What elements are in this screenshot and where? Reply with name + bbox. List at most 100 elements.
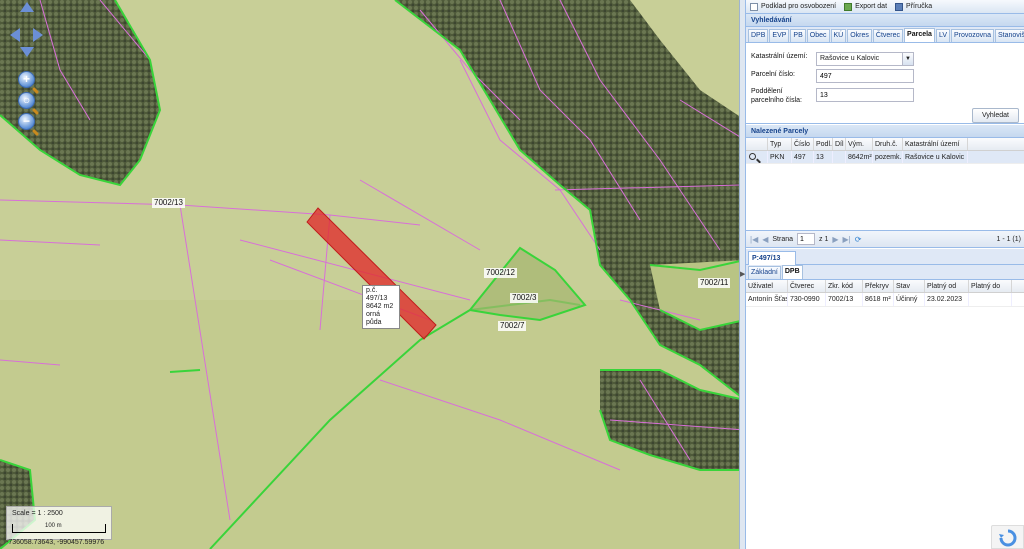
first-page-icon[interactable]: |◀ xyxy=(750,235,758,244)
top-toolbar: Podklad pro osvobození Export dat Příruč… xyxy=(746,0,1024,14)
col-podl[interactable]: Podl. xyxy=(814,138,833,150)
cell-dil xyxy=(833,151,846,163)
parcel-label: 7002/7 xyxy=(498,321,527,331)
cell-prekryv: 8618 m² xyxy=(863,293,894,306)
popup-parcel-number: p.č. 497/13 xyxy=(366,287,388,302)
search-button[interactable]: Vyhledat xyxy=(972,108,1019,123)
page-summary: 1 - 1 (1) xyxy=(996,235,1021,243)
next-page-icon[interactable]: ▶ xyxy=(832,235,838,244)
col-vym[interactable]: Vým. xyxy=(846,138,873,150)
side-panel: Podklad pro osvobození Export dat Příruč… xyxy=(745,0,1024,549)
exemption-document-button[interactable]: Podklad pro osvobození xyxy=(750,2,837,11)
parcel-label: 7002/11 xyxy=(698,278,731,288)
pan-down-arrow[interactable] xyxy=(20,47,34,57)
col-prekryv[interactable]: Překryv xyxy=(863,280,894,292)
cell-platny-do xyxy=(969,293,1012,306)
tab-dpb[interactable]: DPB xyxy=(748,29,769,42)
col-stav[interactable]: Stav xyxy=(894,280,925,292)
zoom-out-icon[interactable]: − xyxy=(18,113,35,130)
col-uzivatel[interactable]: Uživatel xyxy=(746,280,788,292)
map-canvas xyxy=(0,0,745,549)
zoom-in-icon[interactable]: + xyxy=(18,71,35,88)
col-typ[interactable]: Typ xyxy=(768,138,792,150)
tab-zakladni[interactable]: Základní xyxy=(748,266,781,279)
search-header: Vyhledávání xyxy=(746,14,1024,27)
tab-evp[interactable]: EVP xyxy=(769,29,790,42)
tab-provozovna[interactable]: Provozovna xyxy=(951,29,994,42)
col-zkr-kod[interactable]: Zkr. kód xyxy=(826,280,863,292)
tab-parcel-detail[interactable]: P:497/13 xyxy=(748,251,796,265)
parcel-label: 7002/3 xyxy=(510,293,539,303)
col-druh[interactable]: Druh.č. xyxy=(873,138,903,150)
cell-zkr-kod: 7002/13 xyxy=(826,293,863,306)
subdivision-label: Poddělení xyxy=(751,88,783,95)
cell-podl: 13 xyxy=(814,151,833,163)
chevron-down-icon[interactable]: ▼ xyxy=(902,53,913,65)
page-input[interactable] xyxy=(797,233,816,245)
tab-ctverec[interactable]: Čtverec xyxy=(872,29,904,42)
document-icon xyxy=(750,2,758,11)
last-page-icon[interactable]: ▶| xyxy=(843,235,851,244)
refresh-icon[interactable]: ⟳ xyxy=(855,235,862,244)
search-tabs: DPB EVP PB Obec KÚ Okres Čtverec Parcela… xyxy=(746,27,1024,43)
popup-area: 8642 m2 xyxy=(366,303,394,310)
table-row[interactable]: PKN 497 13 8642m² pozemk... Rašovice u K… xyxy=(746,151,1024,164)
parcel-number-input[interactable] xyxy=(816,69,914,83)
recaptcha-badge[interactable] xyxy=(991,525,1024,549)
detail-subtabs: Základní DPB xyxy=(746,265,1024,280)
dpb-grid: Uživatel Čtverec Zkr. kód Překryv Stav P… xyxy=(746,280,1024,307)
pan-right-arrow[interactable] xyxy=(33,28,43,42)
dpb-grid-header: Uživatel Čtverec Zkr. kód Překryv Stav P… xyxy=(746,280,1024,293)
toolbar-label: Podklad pro osvobození xyxy=(761,3,837,10)
col-dil[interactable]: Díl xyxy=(833,138,846,150)
tab-stanoviste-vcel[interactable]: Stanoviště včel xyxy=(994,29,1024,42)
cursor-coordinates: -736058.73643, -990457.59976 xyxy=(6,539,105,546)
pan-up-arrow[interactable] xyxy=(20,2,34,12)
prev-page-icon[interactable]: ◀ xyxy=(762,235,768,244)
found-parcels-header: Nalezené Parcely xyxy=(746,125,1024,138)
tab-parcela[interactable]: Parcela xyxy=(904,28,935,42)
manual-button[interactable]: Příručka xyxy=(895,2,933,11)
cadastral-select[interactable]: Rašovice u Kalovic ▼ xyxy=(816,52,914,66)
cell-druh: pozemk... xyxy=(873,151,903,163)
found-grid-header: Typ Číslo Podl. Díl Vým. Druh.č. Katastr… xyxy=(746,138,1024,151)
col-platny-od[interactable]: Platný od xyxy=(925,280,969,292)
tab-pb[interactable]: PB xyxy=(790,29,806,42)
subdivision-label: parcelního čísla: xyxy=(751,97,802,104)
cell-stav: Účinný xyxy=(894,293,925,306)
scale-length: 100 m xyxy=(45,523,62,529)
cell-vym: 8642m² xyxy=(846,151,873,163)
col-platny-do[interactable]: Platný do xyxy=(969,280,1012,292)
page-total: z 1 xyxy=(819,235,829,243)
tab-obec[interactable]: Obec xyxy=(806,29,830,42)
detail-tab-strip: P:497/13 xyxy=(746,249,1024,265)
toolbar-label: Příručka xyxy=(906,3,933,10)
col-ku[interactable]: Katastrální území xyxy=(903,138,968,150)
parcel-label: 7002/12 xyxy=(484,268,517,278)
tab-okres[interactable]: Okres xyxy=(847,29,872,42)
col-ctverec[interactable]: Čtverec xyxy=(788,280,826,292)
toolbar-label: Export dat xyxy=(855,3,888,10)
subdivision-input[interactable] xyxy=(816,88,914,102)
pan-left-arrow[interactable] xyxy=(10,28,20,42)
cadastral-label: Katastrální území: xyxy=(751,53,808,60)
tab-dpb-detail[interactable]: DPB xyxy=(781,265,803,279)
cell-platny-od: 23.02.2023 xyxy=(925,293,969,306)
cell-cislo: 497 xyxy=(792,151,814,163)
pager: |◀ ◀ Strana z 1 ▶ ▶| ⟳ 1 - 1 (1) xyxy=(746,230,1024,248)
page-label: Strana xyxy=(772,235,794,243)
export-icon xyxy=(844,2,853,11)
tab-ku[interactable]: KÚ xyxy=(830,29,847,42)
cell-ctverec: 730-0990 xyxy=(788,293,826,306)
cell-uzivatel: Antonín Šťastný xyxy=(746,293,788,306)
parcel-info-popup: p.č. 497/13 8642 m2 orná půda xyxy=(362,285,400,329)
scale-text: Scale = 1 : 2500 xyxy=(12,510,63,517)
export-data-button[interactable]: Export dat xyxy=(844,2,888,11)
table-row[interactable]: Antonín Šťastný 730-0990 7002/13 8618 m²… xyxy=(746,293,1024,307)
map-view[interactable]: + ○ − 7002/13 7002/12 7002/3 7002/7 7002… xyxy=(0,0,745,549)
zoom-world-icon[interactable]: ○ xyxy=(18,92,35,109)
zoom-to-parcel-icon[interactable] xyxy=(746,151,768,163)
col-cislo[interactable]: Číslo xyxy=(792,138,814,150)
parcel-label: 7002/13 xyxy=(152,198,185,208)
tab-lv[interactable]: LV xyxy=(935,29,950,42)
